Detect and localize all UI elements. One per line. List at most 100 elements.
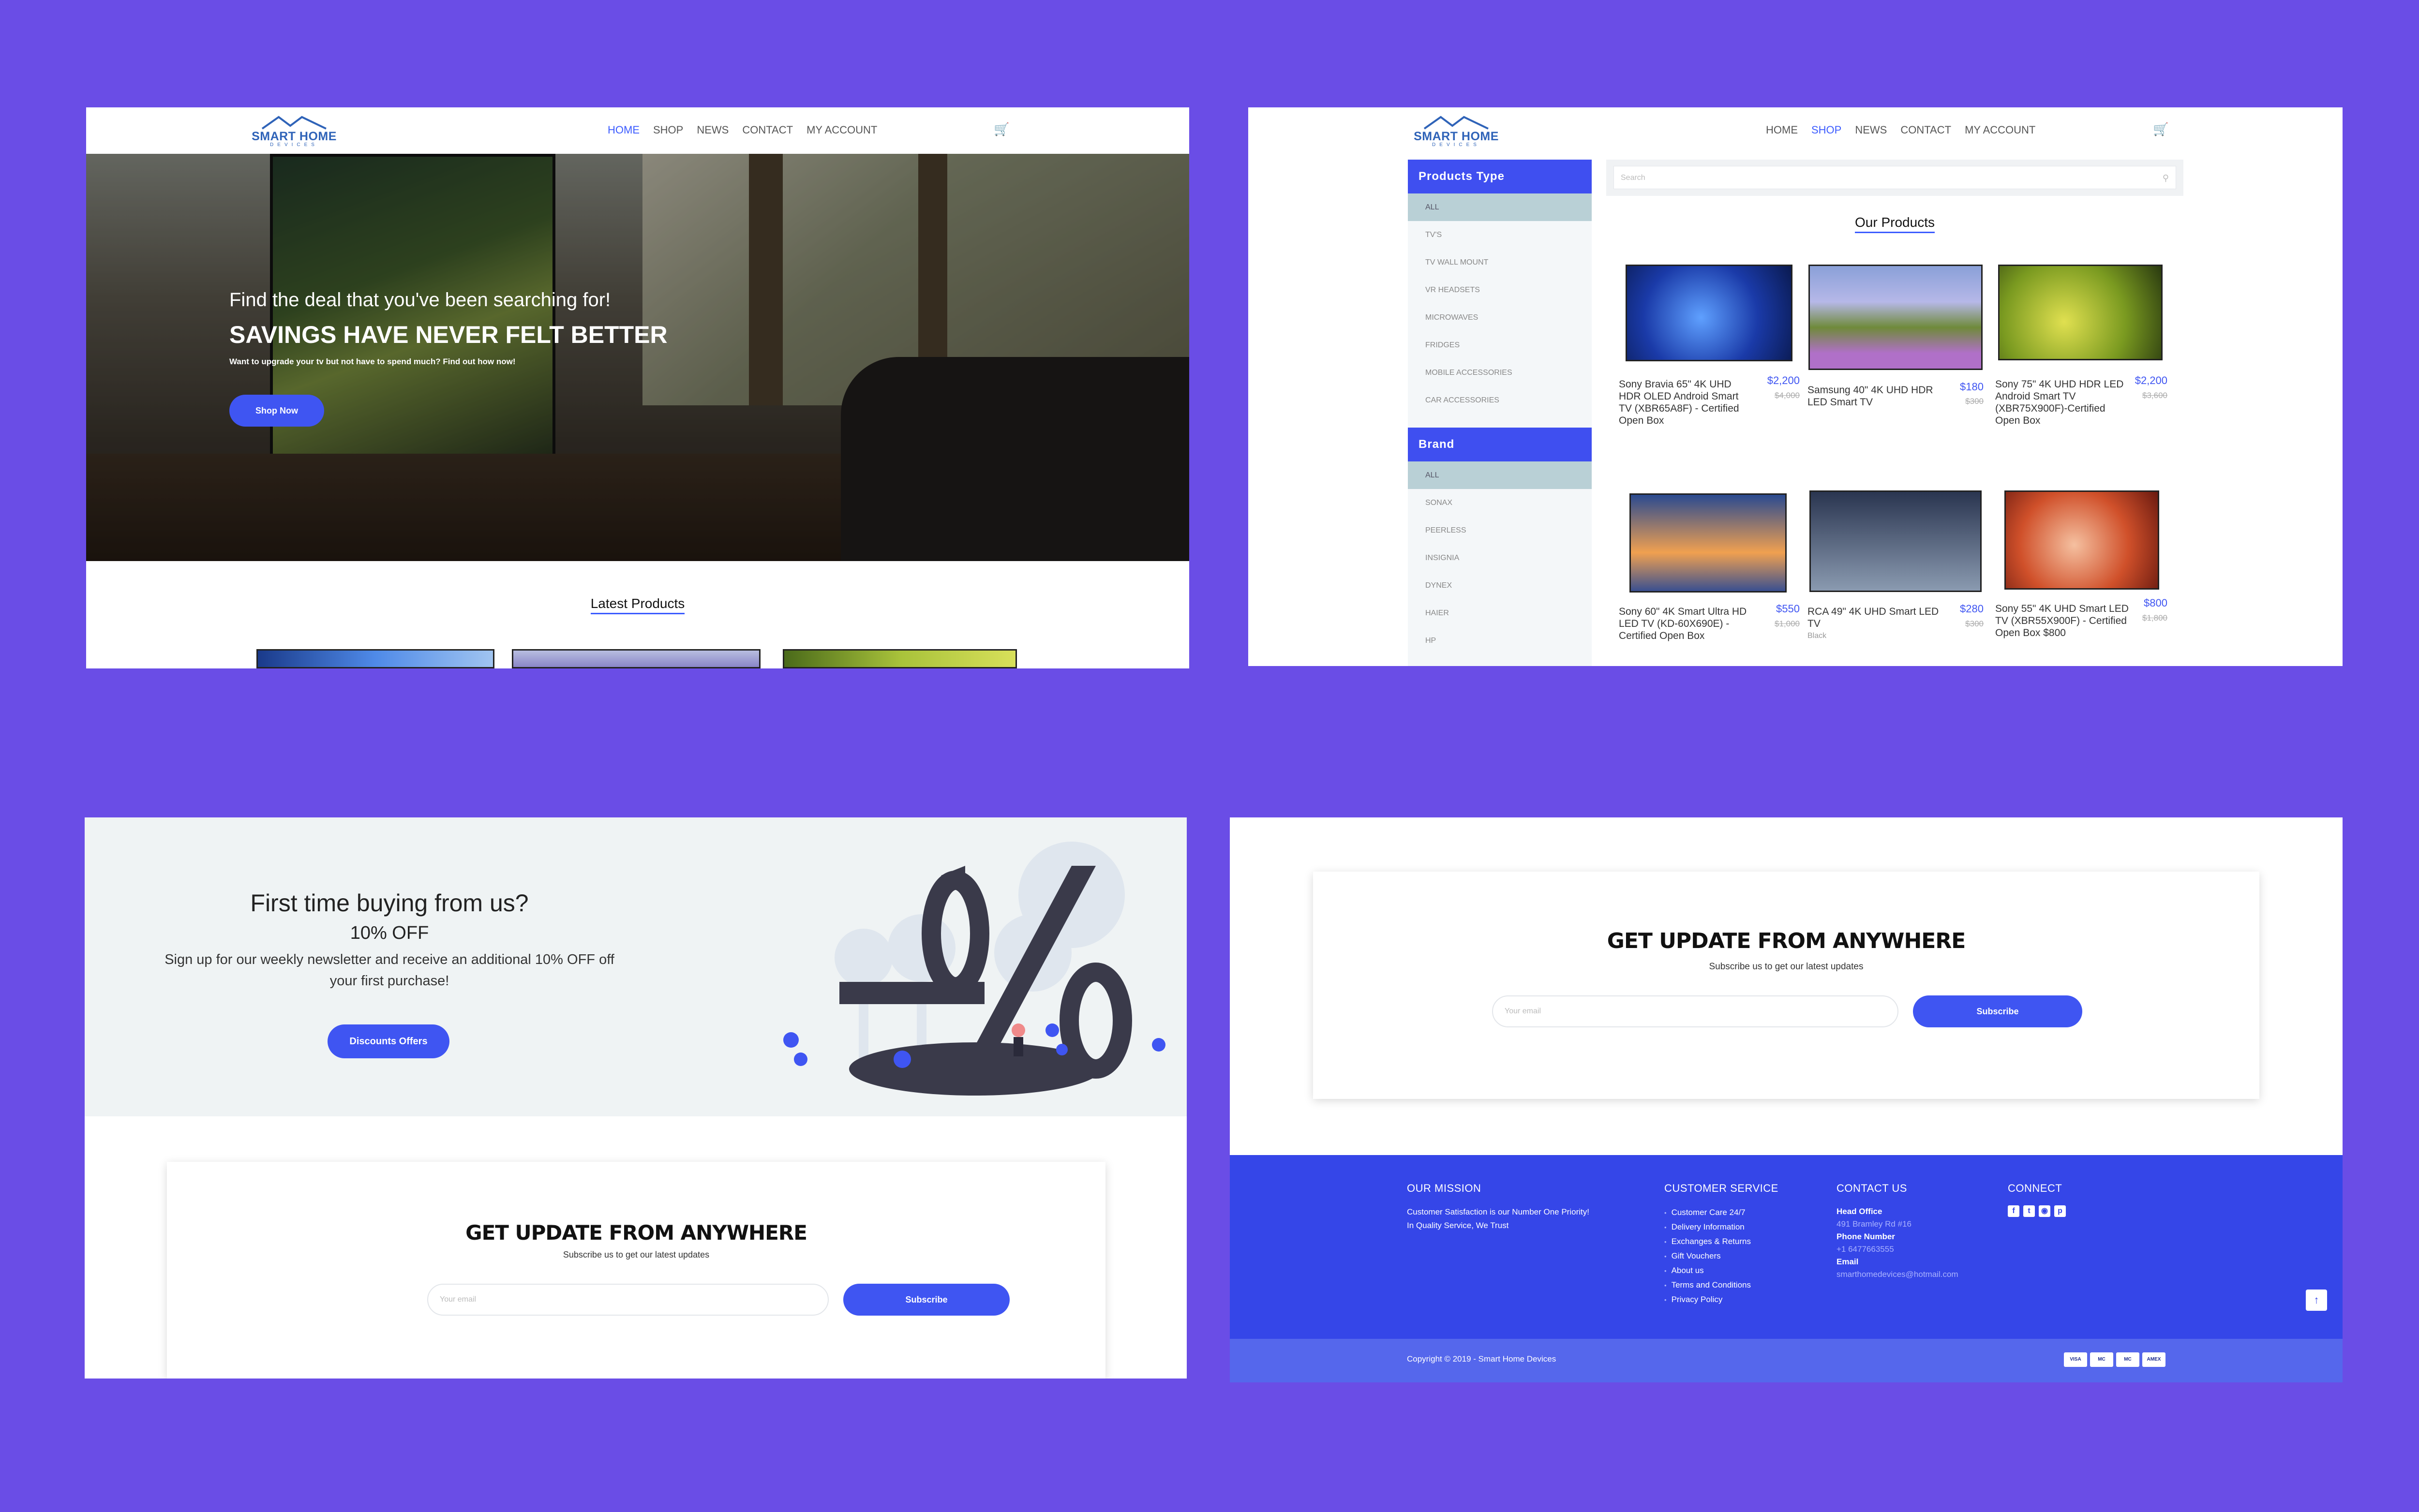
product-price: $280 (1960, 603, 1984, 615)
type-item[interactable]: TV'S (1408, 221, 1592, 249)
product-old-price: $3,600 (2142, 391, 2167, 400)
product-old-price: $1,000 (1775, 619, 1800, 628)
search-input[interactable]: Search ⚲ (1613, 166, 2176, 189)
product-name[interactable]: Samsung 40" 4K UHD HDR LED Smart TV (1807, 384, 1938, 408)
site-header: SMART HOME DEVICES HOME SHOP NEWS CONTAC… (86, 107, 1189, 154)
hero-subtitle: Want to upgrade your tv but not have to … (229, 357, 516, 366)
discounts-offers-button[interactable]: Discounts Offers (328, 1024, 449, 1058)
product-name[interactable]: Sony 55" 4K UHD Smart LED TV (XBR55X900F… (1995, 603, 2135, 639)
nav-shop[interactable]: SHOP (1811, 124, 1841, 136)
product-thumbnail[interactable] (256, 649, 494, 668)
phone-label: Phone Number (1837, 1232, 1895, 1241)
promo-text: Sign up for our weekly newsletter and re… (164, 952, 614, 989)
site-logo[interactable]: SMART HOME DEVICES (246, 114, 343, 148)
phone-value[interactable]: +1 6477663555 (1837, 1243, 1996, 1256)
type-item[interactable]: VR HEADSETS (1408, 276, 1592, 304)
subscribe-button[interactable]: Subscribe (843, 1284, 1010, 1316)
product-price: $550 (1776, 603, 1800, 615)
product-name[interactable]: RCA 49" 4K UHD Smart LED TV (1807, 606, 1943, 630)
house-roof-icon (1423, 116, 1489, 130)
service-link[interactable]: Privacy Policy (1664, 1292, 1819, 1307)
twitter-icon[interactable]: t (2023, 1205, 2035, 1217)
nav-contact[interactable]: CONTACT (1900, 124, 1951, 136)
our-products-title: Our Products (1606, 215, 2183, 233)
product-image[interactable] (1998, 265, 2163, 360)
service-link[interactable]: About us (1664, 1263, 1819, 1278)
product-image[interactable] (2004, 490, 2159, 590)
promo-title: First time buying from us? (250, 889, 529, 917)
subscribe-button[interactable]: Subscribe (1913, 995, 2082, 1027)
brand-item[interactable]: ALL (1408, 461, 1592, 489)
instagram-icon[interactable]: ◉ (2039, 1205, 2050, 1217)
product-color-note: Black (1807, 632, 1827, 640)
newsletter-card: GET UPDATE FROM ANYWHERE Subscribe us to… (1313, 872, 2259, 1099)
service-link[interactable]: Terms and Conditions (1664, 1278, 1819, 1292)
connect-column: CONNECT f t ◉ p (2008, 1182, 2124, 1217)
mission-text-2: In Quality Service, We Trust (1407, 1221, 1509, 1230)
head-office-label: Head Office (1837, 1207, 1882, 1216)
brand-item[interactable]: HAIER (1408, 599, 1592, 627)
product-thumbnail[interactable] (512, 649, 761, 668)
footer-page-panel: GET UPDATE FROM ANYWHERE Subscribe us to… (1230, 817, 2343, 1382)
brand-item[interactable]: SONAX (1408, 489, 1592, 517)
nav-news[interactable]: NEWS (697, 124, 729, 136)
product-name[interactable]: Sony 60" 4K Smart Ultra HD LED TV (KD-60… (1619, 606, 1754, 642)
type-item[interactable]: FRIDGES (1408, 331, 1592, 359)
social-links: f t ◉ p (2008, 1205, 2124, 1217)
brand-item[interactable]: PEERLESS (1408, 517, 1592, 544)
logo-sub: DEVICES (1432, 142, 1480, 148)
contact-title: CONTACT US (1837, 1182, 1907, 1194)
nav-my-account[interactable]: MY ACCOUNT (1965, 124, 2035, 136)
product-name[interactable]: Sony Bravia 65" 4K UHD HDR OLED Android … (1619, 378, 1749, 427)
type-item[interactable]: MOBILE ACCESSORIES (1408, 359, 1592, 386)
search-icon[interactable]: ⚲ (2163, 166, 2169, 190)
service-link[interactable]: Exchanges & Returns (1664, 1234, 1819, 1249)
newsletter-title: GET UPDATE FROM ANYWHERE (1607, 929, 1966, 953)
email-field[interactable]: Your email (1492, 995, 1898, 1027)
product-old-price: $300 (1965, 619, 1984, 628)
email-field[interactable]: Your email (427, 1284, 829, 1316)
brand-item[interactable]: HP (1408, 627, 1592, 654)
hero-title: SAVINGS HAVE NEVER FELT BETTER (229, 321, 668, 348)
shopping-cart-icon[interactable]: 🛒 (994, 122, 1009, 137)
brand-item[interactable]: DYNEX (1408, 572, 1592, 599)
newsletter-title: GET UPDATE FROM ANYWHERE (465, 1221, 807, 1245)
email-value[interactable]: smarthomedevices@hotmail.com (1837, 1268, 1996, 1281)
brand-item[interactable]: INSIGNIA (1408, 544, 1592, 572)
pinterest-icon[interactable]: p (2054, 1205, 2066, 1217)
service-link[interactable]: Gift Vouchers (1664, 1249, 1819, 1263)
type-item[interactable]: MICROWAVES (1408, 304, 1592, 331)
email-label: Email (1837, 1257, 1859, 1266)
nav-shop[interactable]: SHOP (653, 124, 683, 136)
nav-my-account[interactable]: MY ACCOUNT (806, 124, 877, 136)
main-nav: HOME SHOP NEWS CONTACT MY ACCOUNT (1766, 124, 2035, 136)
shop-now-button[interactable]: Shop Now (229, 395, 324, 427)
product-image[interactable] (1809, 490, 1982, 592)
nav-home[interactable]: HOME (1766, 124, 1798, 136)
product-image[interactable] (1629, 493, 1787, 593)
product-name[interactable]: Sony 75" 4K UHD HDR LED Android Smart TV… (1995, 378, 2131, 427)
shopping-cart-icon[interactable]: 🛒 (2153, 122, 2168, 137)
nav-contact[interactable]: CONTACT (742, 124, 793, 136)
type-item[interactable]: TV WALL MOUNT (1408, 249, 1592, 276)
newsletter-subtitle: Subscribe us to get our latest updates (1709, 962, 1864, 972)
service-link[interactable]: Delivery Information (1664, 1220, 1819, 1234)
facebook-icon[interactable]: f (2008, 1205, 2019, 1217)
mission-title: OUR MISSION (1407, 1182, 1481, 1194)
logo-brand: SMART HOME (252, 130, 337, 143)
nav-home[interactable]: HOME (608, 124, 640, 136)
nav-news[interactable]: NEWS (1855, 124, 1887, 136)
site-logo[interactable]: SMART HOME DEVICES (1408, 114, 1505, 148)
customer-service-column: CUSTOMER SERVICE Customer Care 24/7 Deli… (1664, 1182, 1819, 1307)
type-item[interactable]: ALL (1408, 193, 1592, 221)
type-item[interactable]: CAR ACCESSORIES (1408, 386, 1592, 414)
site-header: SMART HOME DEVICES HOME SHOP NEWS CONTAC… (1248, 107, 2343, 154)
product-image[interactable] (1626, 265, 1792, 361)
mastercard-icon: MC (2116, 1352, 2139, 1367)
scroll-to-top-icon[interactable]: ↑ (2306, 1290, 2327, 1311)
newsletter-card: GET UPDATE FROM ANYWHERE Subscribe us to… (167, 1162, 1105, 1379)
service-link[interactable]: Customer Care 24/7 (1664, 1205, 1819, 1220)
search-bar: Search ⚲ (1606, 160, 2183, 196)
product-image[interactable] (1808, 265, 1983, 370)
product-thumbnail[interactable] (783, 649, 1017, 668)
